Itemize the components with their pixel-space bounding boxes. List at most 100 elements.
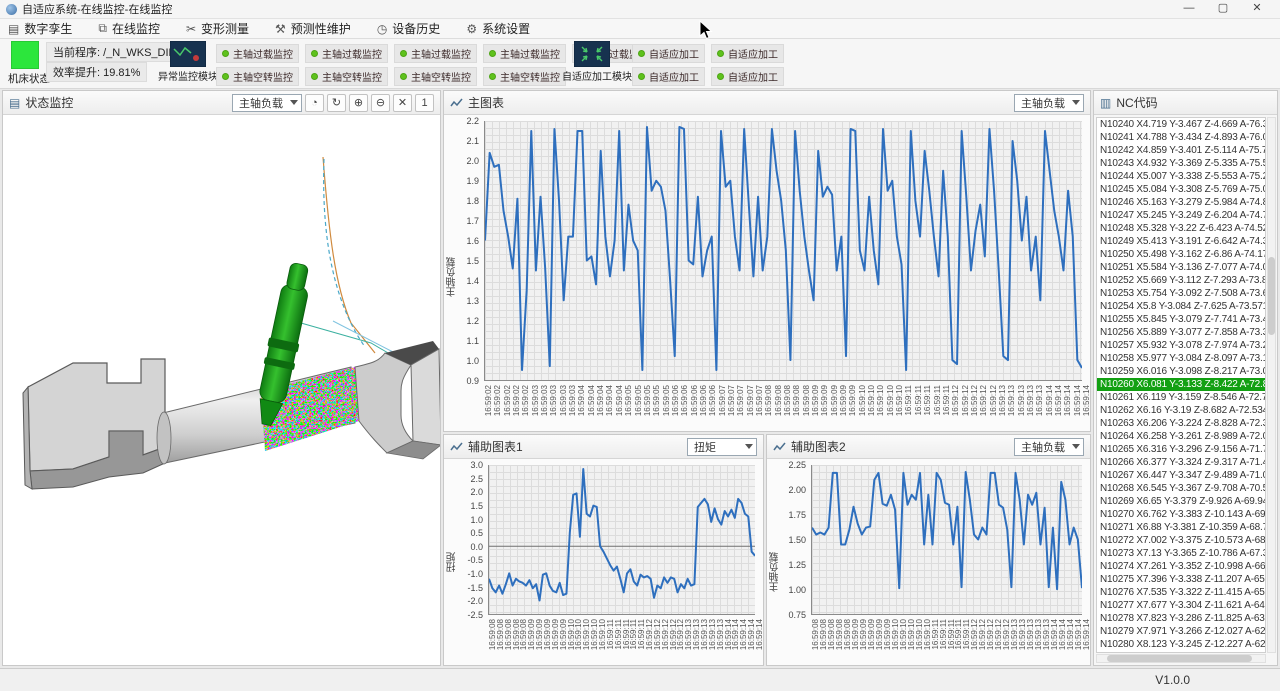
nc-horizontal-scrollbar[interactable] <box>1096 654 1266 663</box>
nc-code-line[interactable]: N10271 X6.88 Y-3.381 Z-10.359 A-68.711 <box>1097 521 1265 534</box>
nc-code-line[interactable]: N10273 X7.13 Y-3.365 Z-10.786 A-67.372 <box>1097 547 1265 560</box>
zoom-in-button[interactable]: ⊕ <box>349 94 368 112</box>
nc-code-line[interactable]: N10257 X5.932 Y-3.078 Z-7.974 A-73.243 <box>1097 339 1265 352</box>
nc-code-line[interactable]: N10256 X5.889 Y-3.077 Z-7.858 A-73.348 <box>1097 326 1265 339</box>
nc-code-line[interactable]: N10252 X5.669 Y-3.112 Z-7.293 A-73.844 <box>1097 274 1265 287</box>
nc-code-line[interactable]: N10249 X5.413 Y-3.191 Z-6.642 A-74.346 <box>1097 235 1265 248</box>
nc-code-line[interactable]: N10254 X5.8 Y-3.084 Z-7.625 A-73.571 C <box>1097 300 1265 313</box>
nc-code-line[interactable]: N10243 X4.932 Y-3.369 Z-5.335 A-75.523 <box>1097 157 1265 170</box>
y-tick-label: 2.2 <box>466 116 479 126</box>
y-tick-label: -2.5 <box>467 610 483 620</box>
zoom-out-button[interactable]: ⊖ <box>371 94 390 112</box>
nc-code-line[interactable]: N10263 X6.206 Y-3.224 Z-8.828 A-72.33 C <box>1097 417 1265 430</box>
nc-code-line[interactable]: N10261 X6.119 Y-3.159 Z-8.546 A-72.701 <box>1097 391 1265 404</box>
menu-item-predictive-maintenance[interactable]: ⚒预测性维护 <box>275 20 351 37</box>
nc-code-line[interactable]: N10244 X5.007 Y-3.338 Z-5.553 A-75.297 <box>1097 170 1265 183</box>
nc-code-line[interactable]: N10279 X7.971 Y-3.266 Z-12.027 A-62.98 <box>1097 625 1265 638</box>
menu-item-label: 在线监控 <box>112 20 160 37</box>
maximize-button[interactable]: ▢ <box>1206 0 1240 18</box>
aux-chart2-signal-dropdown[interactable]: 主轴负载 <box>1014 438 1084 456</box>
chevron-down-icon <box>1072 100 1080 105</box>
x-tick-label: 16:59:05 <box>662 385 671 416</box>
menu-item-label: 预测性维护 <box>291 20 351 37</box>
pan-button[interactable]: ◔ <box>305 94 324 112</box>
nc-code-line[interactable]: N10247 X5.245 Y-3.249 Z-6.204 A-74.701 <box>1097 209 1265 222</box>
rotate-button[interactable]: ↻ <box>327 94 346 112</box>
close-button[interactable]: ✕ <box>1240 0 1274 18</box>
nc-code-line[interactable]: N10259 X6.016 Y-3.098 Z-8.217 A-73.036 <box>1097 365 1265 378</box>
spindle-monitor-button[interactable]: 主轴空转监控 <box>483 67 566 86</box>
nc-code-line[interactable]: N10267 X6.447 Y-3.347 Z-9.489 A-71.055 <box>1097 469 1265 482</box>
fit-button[interactable]: ✕ <box>393 94 412 112</box>
adaptive-machining-button[interactable]: 自适应加工 <box>632 44 705 63</box>
x-tick-label: 16:59:12 <box>961 385 970 416</box>
nc-code-line[interactable]: N10275 X7.396 Y-3.338 Z-11.207 A-65.95 <box>1097 573 1265 586</box>
nc-code-line[interactable]: N10260 X6.081 Y-3.133 Z-8.422 A-72.835 <box>1097 378 1265 391</box>
spindle-monitor-button[interactable]: 主轴空转监控 <box>394 67 477 86</box>
aux-chart1[interactable]: 扭矩-2.5-2.0-1.5-1.0-0.50.00.51.01.52.02.5… <box>444 459 763 665</box>
nc-code-line[interactable]: N10242 X4.859 Y-3.401 Z-5.114 A-75.775 <box>1097 144 1265 157</box>
scrollbar-thumb[interactable] <box>1107 655 1251 662</box>
nc-code-line[interactable]: N10250 X5.498 Y-3.162 Z-6.86 A-74.178 C <box>1097 248 1265 261</box>
3d-viewport[interactable] <box>3 115 440 665</box>
nc-code-line[interactable]: N10265 X6.316 Y-3.296 Z-9.156 A-71.771 <box>1097 443 1265 456</box>
nc-code-line[interactable]: N10266 X6.377 Y-3.324 Z-9.317 A-71.443 <box>1097 456 1265 469</box>
nc-code-line[interactable]: N10245 X5.084 Y-3.308 Z-5.769 A-75.088 <box>1097 183 1265 196</box>
nc-vertical-scrollbar[interactable] <box>1267 117 1276 653</box>
nc-code-line[interactable]: N10280 X8.123 Y-3.245 Z-12.227 A-62.23 <box>1097 638 1265 651</box>
nc-code-line[interactable]: N10241 X4.788 Y-3.434 Z-4.893 A-76.062 <box>1097 131 1265 144</box>
menu-item-system-settings[interactable]: ⚙系统设置 <box>466 20 530 37</box>
nc-code-line[interactable]: N10269 X6.65 Y-3.379 Z-9.926 A-69.947 C <box>1097 495 1265 508</box>
nc-code-line[interactable]: N10268 X6.545 Y-3.367 Z-9.708 A-70.519 <box>1097 482 1265 495</box>
status-bar: V1.0.0 <box>0 668 1280 691</box>
status-dot-icon <box>717 50 724 57</box>
nc-code-line[interactable]: N10255 X5.845 Y-3.079 Z-7.741 A-73.458 <box>1097 313 1265 326</box>
nc-code-line[interactable]: N10264 X6.258 Y-3.261 Z-8.989 A-72.072 <box>1097 430 1265 443</box>
adaptive-module[interactable]: 自适应加工模块 <box>562 41 622 83</box>
spindle-monitor-button[interactable]: 主轴过载监控 <box>394 44 477 63</box>
nc-code-line[interactable]: N10240 X4.719 Y-3.467 Z-4.669 A-76.396 <box>1097 118 1265 131</box>
nc-code-line[interactable]: N10270 X6.762 Y-3.383 Z-10.143 A-69.34 <box>1097 508 1265 521</box>
spindle-monitor-button[interactable]: 主轴空转监控 <box>216 67 299 86</box>
spindle-monitor-button[interactable]: 主轴过载监控 <box>483 44 566 63</box>
adaptive-machining-button[interactable]: 自适应加工 <box>711 67 784 86</box>
left-signal-dropdown[interactable]: 主轴负载 <box>232 94 302 112</box>
adaptive-module-label: 自适应加工模块 <box>562 68 622 83</box>
main-chart[interactable]: 主轴负载0.91.01.11.21.31.41.51.61.71.81.92.0… <box>444 115 1090 431</box>
nc-code-line[interactable]: N10278 X7.823 Y-3.286 Z-11.825 A-63.73 <box>1097 612 1265 625</box>
spindle-monitor-button[interactable]: 主轴空转监控 <box>305 67 388 86</box>
anomaly-module[interactable]: 异常监控模块 <box>158 41 218 83</box>
nc-code-line[interactable]: N10274 X7.261 Y-3.352 Z-10.998 A-66.67 <box>1097 560 1265 573</box>
aux-chart1-signal-dropdown[interactable]: 扭矩 <box>687 438 757 456</box>
nc-code-line[interactable]: N10248 X5.328 Y-3.22 Z-6.423 A-74.52 C <box>1097 222 1265 235</box>
adaptive-machining-button[interactable]: 自适应加工 <box>711 44 784 63</box>
nc-code-line[interactable]: N10276 X7.535 Y-3.322 Z-11.415 A-65.22 <box>1097 586 1265 599</box>
nc-code-line[interactable]: N10277 X7.677 Y-3.304 Z-11.621 A-64.48 <box>1097 599 1265 612</box>
x-tick-label: 16:59:06 <box>699 385 708 416</box>
menu-item-online-monitor[interactable]: ⧉在线监控 <box>98 20 160 37</box>
version-label: V1.0.0 <box>1155 673 1190 687</box>
nc-code-line[interactable]: N10251 X5.584 Y-3.136 Z-7.077 A-74.012 <box>1097 261 1265 274</box>
adaptive-machining-button[interactable]: 自适应加工 <box>632 67 705 86</box>
main-chart-signal-dropdown[interactable]: 主轴负载 <box>1014 94 1084 112</box>
x-tick-label: 16:59:04 <box>615 385 624 416</box>
y-tick-label: 1.50 <box>788 535 806 545</box>
nc-code-line[interactable]: N10258 X5.977 Y-3.084 Z-8.097 A-73.138 <box>1097 352 1265 365</box>
nc-code-line[interactable]: N10246 X5.163 Y-3.279 Z-5.984 A-74.892 <box>1097 196 1265 209</box>
spindle-monitor-button[interactable]: 主轴过载监控 <box>216 44 299 63</box>
nc-code-line[interactable]: N10272 X7.002 Y-3.375 Z-10.573 A-68.05 <box>1097 534 1265 547</box>
nc-code-line[interactable]: N10262 X6.16 Y-3.19 Z-8.682 A-72.534 C <box>1097 404 1265 417</box>
minimize-button[interactable]: — <box>1172 0 1206 18</box>
anomaly-module-icon <box>170 41 206 67</box>
menu-item-deformation-measure[interactable]: ✂变形测量 <box>186 20 249 37</box>
nc-code-list[interactable]: N10240 X4.719 Y-3.467 Z-4.669 A-76.396N1… <box>1096 117 1266 653</box>
nc-code-line[interactable]: N10253 X5.754 Y-3.092 Z-7.508 A-73.677 <box>1097 287 1265 300</box>
scale-1-button[interactable]: 1 <box>415 94 434 112</box>
x-tick-label: 16:59:12 <box>970 385 979 416</box>
menu-item-device-history[interactable]: ◷设备历史 <box>377 20 441 37</box>
scrollbar-thumb[interactable] <box>1268 257 1275 335</box>
spindle-monitor-button[interactable]: 主轴过载监控 <box>305 44 388 63</box>
plot-area <box>484 121 1082 381</box>
aux-chart2[interactable]: 主轴负载0.751.001.251.501.752.002.2516:59:08… <box>767 459 1090 665</box>
menu-item-digital-twin[interactable]: ▤数字孪生 <box>8 20 72 37</box>
